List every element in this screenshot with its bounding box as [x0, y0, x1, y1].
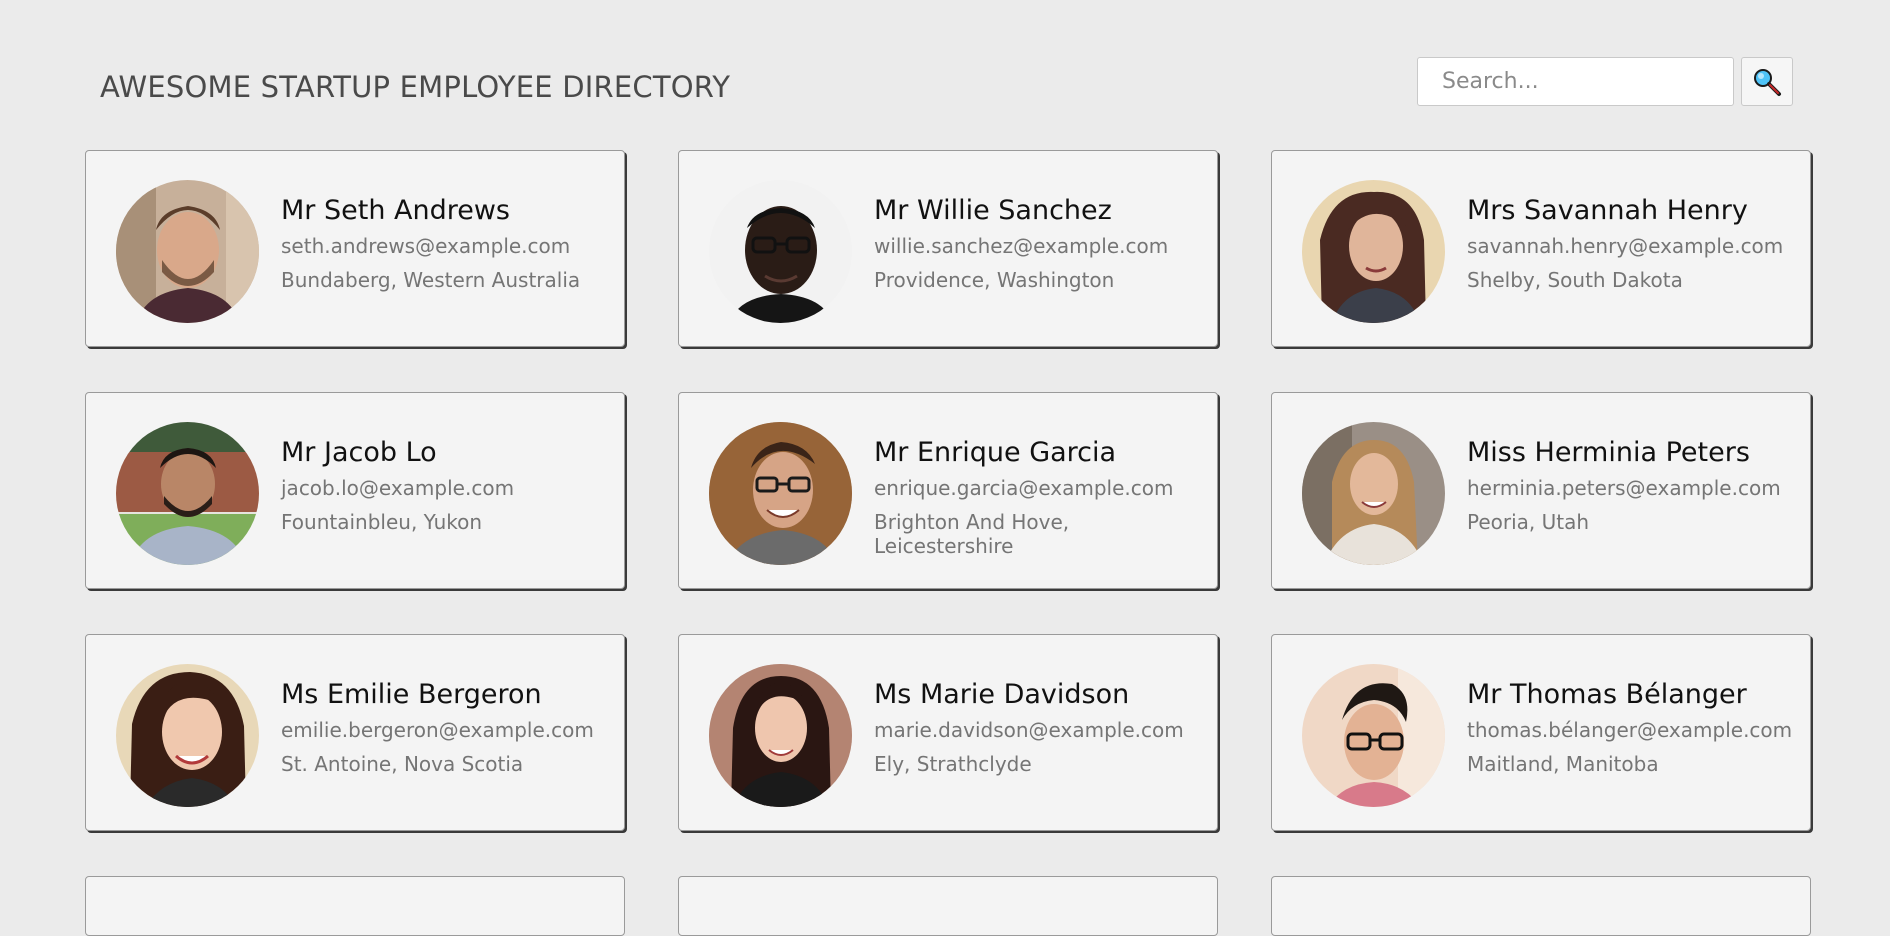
- avatar: [1302, 180, 1445, 323]
- employee-location: Bundaberg, Western Australia: [281, 268, 581, 292]
- page-header: AWESOME STARTUP EMPLOYEE DIRECTORY: [0, 0, 1890, 150]
- avatar: [709, 664, 852, 807]
- employee-email: jacob.lo@example.com: [281, 476, 515, 500]
- employee-card[interactable]: Mr Thomas Bélanger thomas.bélanger@examp…: [1271, 634, 1811, 831]
- employee-card[interactable]: Ms Emilie Bergeron emilie.bergeron@examp…: [85, 634, 625, 831]
- employee-location: St. Antoine, Nova Scotia: [281, 752, 524, 776]
- next-row-cards: [85, 876, 1811, 936]
- employee-card[interactable]: Ms Marie Davidson marie.davidson@example…: [678, 634, 1218, 831]
- employee-name: Mr Seth Andrews: [281, 195, 510, 226]
- avatar: [1302, 422, 1445, 565]
- employee-email: thomas.bélanger@example.com: [1467, 718, 1793, 742]
- employee-card[interactable]: [1271, 876, 1811, 936]
- employee-name: Mr Enrique Garcia: [874, 437, 1117, 468]
- employee-card[interactable]: Mr Jacob Lo jacob.lo@example.com Fountai…: [85, 392, 625, 589]
- employee-card[interactable]: Miss Herminia Peters herminia.peters@exa…: [1271, 392, 1811, 589]
- avatar: [116, 422, 259, 565]
- employee-card[interactable]: Mr Seth Andrews seth.andrews@example.com…: [85, 150, 625, 347]
- employee-location: Fountainbleu, Yukon: [281, 510, 483, 534]
- employee-location: Brighton And Hove, Leicestershire: [874, 510, 1070, 558]
- employee-name: Miss Herminia Peters: [1467, 437, 1750, 468]
- employee-card[interactable]: Mr Willie Sanchez willie.sanchez@example…: [678, 150, 1218, 347]
- employee-card[interactable]: [85, 876, 625, 936]
- employee-email: willie.sanchez@example.com: [874, 234, 1169, 258]
- employee-name: Mr Willie Sanchez: [874, 195, 1112, 226]
- employee-card[interactable]: Mrs Savannah Henry savannah.henry@exampl…: [1271, 150, 1811, 347]
- page-title: AWESOME STARTUP EMPLOYEE DIRECTORY: [100, 70, 731, 104]
- employee-name: Ms Marie Davidson: [874, 679, 1130, 710]
- employee-location: Maitland, Manitoba: [1467, 752, 1659, 776]
- search-button[interactable]: [1741, 57, 1793, 106]
- employee-location: Shelby, South Dakota: [1467, 268, 1683, 292]
- avatar: [709, 422, 852, 565]
- employee-email: herminia.peters@example.com: [1467, 476, 1781, 500]
- employee-name: Mrs Savannah Henry: [1467, 195, 1748, 226]
- employee-email: marie.davidson@example.com: [874, 718, 1184, 742]
- employee-email: enrique.garcia@example.com: [874, 476, 1174, 500]
- avatar: [709, 180, 852, 323]
- employee-name: Mr Thomas Bélanger: [1467, 679, 1747, 710]
- employee-location: Providence, Washington: [874, 268, 1115, 292]
- employee-name: Mr Jacob Lo: [281, 437, 437, 468]
- employee-gallery: Mr Seth Andrews seth.andrews@example.com…: [85, 150, 1811, 831]
- employee-location: Peoria, Utah: [1467, 510, 1590, 534]
- magnifier-icon: [1754, 68, 1781, 96]
- employee-card[interactable]: Mr Enrique Garcia enrique.garcia@example…: [678, 392, 1218, 589]
- avatar: [116, 664, 259, 807]
- employee-email: emilie.bergeron@example.com: [281, 718, 594, 742]
- avatar: [116, 180, 259, 323]
- employee-email: savannah.henry@example.com: [1467, 234, 1784, 258]
- employee-card[interactable]: [678, 876, 1218, 936]
- employee-email: seth.andrews@example.com: [281, 234, 571, 258]
- search-input[interactable]: [1417, 57, 1734, 106]
- employee-location: Ely, Strathclyde: [874, 752, 1032, 776]
- employee-name: Ms Emilie Bergeron: [281, 679, 542, 710]
- avatar: [1302, 664, 1445, 807]
